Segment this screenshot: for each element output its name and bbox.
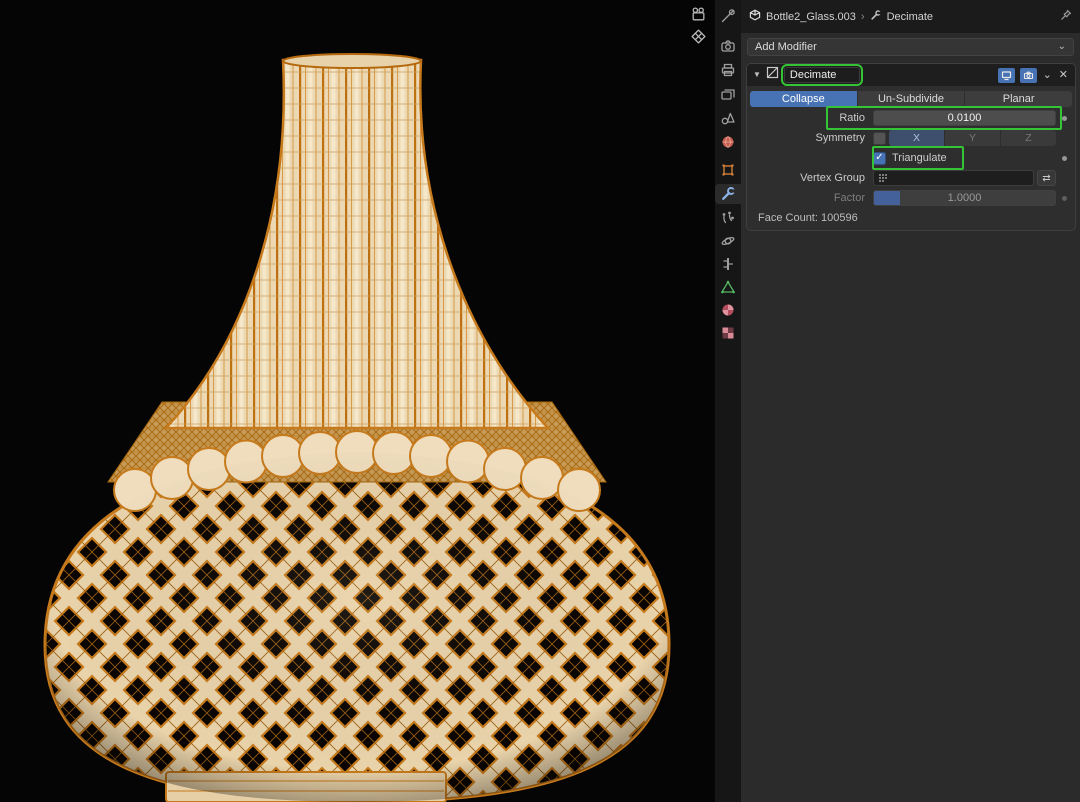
- vase-wireframe-render: [0, 0, 715, 802]
- display-realtime-toggle[interactable]: [997, 67, 1015, 83]
- breadcrumb-modifier[interactable]: Decimate: [887, 11, 933, 23]
- symmetry-row: Symmetry X Y Z: [750, 129, 1072, 147]
- tab-constraints-icon[interactable]: [715, 254, 741, 274]
- symmetry-checkbox[interactable]: [873, 131, 886, 145]
- ratio-row: Ratio 0.0100: [750, 106, 1072, 130]
- vertex-group-row: Vertex Group ⇄: [750, 169, 1072, 187]
- wrench-icon: [870, 9, 882, 24]
- tab-physics-icon[interactable]: [715, 231, 741, 251]
- blender-window: Bottle2_Glass.003 › Decimate Add Modifie…: [0, 0, 1080, 802]
- tab-object-data-icon[interactable]: [715, 277, 741, 297]
- camera-gizmo-icon[interactable]: [688, 4, 708, 24]
- axis-x-button[interactable]: X: [889, 130, 944, 146]
- modifier-close-icon[interactable]: ✕: [1058, 69, 1069, 81]
- properties-editor: Bottle2_Glass.003 › Decimate Add Modifie…: [741, 0, 1080, 802]
- axis-z-button[interactable]: Z: [1001, 130, 1056, 146]
- factor-row: Factor 1.0000: [750, 189, 1072, 207]
- expand-arrow-icon[interactable]: ▼: [753, 71, 761, 79]
- ratio-label: Ratio: [839, 112, 865, 124]
- object-mesh-icon: [749, 9, 761, 24]
- tab-output-icon[interactable]: [715, 60, 741, 80]
- factor-slider[interactable]: 1.0000: [873, 190, 1056, 206]
- tab-modifier-properties-icon[interactable]: [715, 184, 741, 204]
- factor-label: Factor: [833, 192, 865, 204]
- display-render-toggle[interactable]: [1019, 67, 1037, 83]
- tab-view-layer-icon[interactable]: [715, 84, 741, 104]
- breadcrumb-object[interactable]: Bottle2_Glass.003: [766, 11, 856, 23]
- check-icon: ✓: [875, 152, 884, 163]
- tab-scene-icon[interactable]: [715, 108, 741, 128]
- tab-texture-icon[interactable]: [715, 323, 741, 343]
- face-count-text: Face Count: 100596: [758, 212, 858, 224]
- tab-collapse[interactable]: Collapse: [750, 91, 857, 107]
- vertex-group-label: Vertex Group: [800, 172, 865, 184]
- chevron-down-icon: ⌄: [1057, 41, 1066, 52]
- properties-tab-strip: [715, 0, 741, 802]
- axis-y-button[interactable]: Y: [945, 130, 1000, 146]
- modifier-body: Collapse Un-Subdivide Planar Ratio 0.010…: [747, 86, 1075, 230]
- breadcrumb-separator: ›: [860, 10, 865, 23]
- decimate-mode-tabs: Collapse Un-Subdivide Planar: [750, 91, 1072, 107]
- modifier-extras-icon[interactable]: ⌄: [1042, 69, 1053, 81]
- tab-planar[interactable]: Planar: [965, 91, 1072, 107]
- triangulate-decorator-dot[interactable]: [1061, 155, 1067, 161]
- triangulate-checkbox[interactable]: ✓: [873, 151, 886, 165]
- tab-unsubdivide[interactable]: Un-Subdivide: [857, 91, 965, 107]
- triangulate-row: ✓ Triangulate: [750, 146, 1072, 170]
- 3d-viewport[interactable]: [0, 0, 715, 802]
- add-modifier-button[interactable]: Add Modifier ⌄: [747, 38, 1074, 56]
- triangulate-label: Triangulate: [892, 152, 947, 164]
- tab-tool-icon[interactable]: [715, 6, 741, 26]
- grid-gizmo-icon[interactable]: [688, 26, 708, 46]
- vertex-group-icon: [879, 174, 887, 182]
- modifier-header: ▼ Decimate ⌄ ✕: [747, 64, 1075, 86]
- decimate-modifier-panel: ▼ Decimate ⌄ ✕ Collapse Un-Subdivide Pla…: [746, 63, 1076, 231]
- tab-object-icon[interactable]: [715, 160, 741, 180]
- vertex-group-field[interactable]: [873, 170, 1034, 186]
- decimate-modifier-icon: [766, 66, 779, 84]
- symmetry-axes: X Y Z: [889, 130, 1056, 146]
- tab-render-icon[interactable]: [715, 36, 741, 56]
- factor-slider-fill: [874, 191, 900, 205]
- tab-world-icon[interactable]: [715, 132, 741, 152]
- tab-material-icon[interactable]: [715, 300, 741, 320]
- ratio-decorator-dot[interactable]: [1061, 115, 1067, 121]
- modifier-name-field[interactable]: Decimate: [780, 64, 863, 86]
- factor-decorator-dot[interactable]: [1061, 195, 1067, 201]
- ratio-slider[interactable]: 0.0100: [873, 110, 1056, 126]
- invert-vertex-group-button[interactable]: ⇄: [1037, 170, 1056, 186]
- pin-icon[interactable]: [1060, 9, 1072, 24]
- tab-particles-icon[interactable]: [715, 208, 741, 228]
- symmetry-label: Symmetry: [815, 132, 866, 144]
- breadcrumb: Bottle2_Glass.003 › Decimate: [741, 0, 1080, 33]
